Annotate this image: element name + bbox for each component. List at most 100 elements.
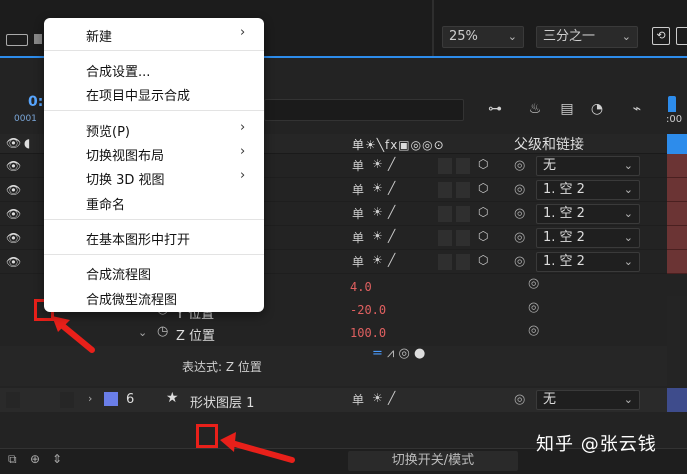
lock-slot[interactable] bbox=[60, 392, 74, 408]
menu-item-new[interactable]: 新建 bbox=[86, 26, 112, 45]
frame-blending-icon[interactable]: ▤ bbox=[558, 100, 576, 118]
pick-whip-icon[interactable]: ◎ bbox=[514, 182, 525, 197]
transfer-controls-toggle-icon[interactable]: ⊕ bbox=[30, 452, 40, 466]
y-position-value[interactable]: -20.0 bbox=[350, 303, 386, 317]
3d-layer-icon[interactable]: ⬡ bbox=[478, 181, 488, 195]
composition-flowchart-icon[interactable]: ⊶ bbox=[486, 100, 504, 118]
toggle-switches-modes-button[interactable]: 切换开关/模式 bbox=[348, 451, 518, 471]
eye-icon[interactable]: 👁 bbox=[6, 207, 21, 221]
3d-layer-icon[interactable]: ⬡ bbox=[478, 205, 488, 219]
layer-track-bar[interactable] bbox=[667, 388, 687, 412]
quality-switch-icon[interactable]: ╱ bbox=[388, 157, 395, 171]
layer-row-shape[interactable]: 单 ☀ ╱ ◎ 无 ⌄ bbox=[0, 388, 667, 412]
parent-dropdown[interactable]: 无 ⌄ bbox=[536, 156, 640, 176]
zoom-dropdown[interactable]: 25% ⌄ bbox=[442, 26, 524, 48]
parent-dropdown[interactable]: 1. 空 2 ⌄ bbox=[536, 228, 640, 248]
fast-preview-icon[interactable]: ⟲ bbox=[652, 27, 670, 45]
audio-header-icon[interactable]: ◖ bbox=[24, 136, 30, 150]
shy-switch-icon[interactable]: 单 bbox=[352, 157, 364, 174]
z-position-value[interactable]: 100.0 bbox=[350, 326, 386, 340]
layer-track-bar[interactable] bbox=[667, 202, 687, 226]
pick-whip-icon[interactable]: ◎ bbox=[528, 300, 539, 315]
expression-pick-whip-icon[interactable]: ◎ bbox=[399, 346, 410, 361]
eye-icon[interactable]: 👁 bbox=[6, 159, 21, 173]
switch-slot[interactable] bbox=[438, 254, 452, 270]
visibility-slot[interactable] bbox=[6, 392, 20, 408]
transparency-grid-icon[interactable] bbox=[676, 27, 687, 45]
switch-slot[interactable] bbox=[456, 182, 470, 198]
layer-track-bar[interactable] bbox=[667, 178, 687, 202]
shy-switch-icon[interactable]: 单 bbox=[352, 253, 364, 270]
quality-switch-icon[interactable]: ╱ bbox=[388, 181, 395, 195]
parent-dropdown[interactable]: 1. 空 2 ⌄ bbox=[536, 180, 640, 200]
eye-icon[interactable]: 👁 bbox=[6, 255, 21, 269]
eye-icon[interactable]: 👁 bbox=[6, 183, 21, 197]
motion-blur-icon[interactable]: ◔ bbox=[588, 100, 606, 118]
layer-search-input[interactable] bbox=[264, 99, 464, 121]
eye-header-icon[interactable]: 👁 bbox=[6, 136, 21, 150]
menu-item-switch-view-layout[interactable]: 切换视图布局 bbox=[86, 145, 164, 164]
menu-item-rename[interactable]: 重命名 bbox=[86, 194, 125, 213]
pick-whip-icon[interactable]: ◎ bbox=[514, 206, 525, 221]
stopwatch-icon[interactable]: ◷ bbox=[157, 324, 168, 339]
3d-layer-icon[interactable]: ⬡ bbox=[478, 253, 488, 267]
resolution-dropdown[interactable]: 三分之一 ⌄ bbox=[536, 26, 638, 48]
pick-whip-icon[interactable]: ◎ bbox=[528, 323, 539, 338]
parent-dropdown[interactable]: 无 ⌄ bbox=[536, 390, 640, 410]
in-out-toggle-icon[interactable]: ⇕ bbox=[52, 452, 62, 466]
pick-whip-icon[interactable]: ◎ bbox=[514, 392, 525, 407]
menu-item-composition-settings[interactable]: 合成设置... bbox=[86, 61, 150, 80]
shy-switch-icon[interactable]: 单 bbox=[352, 181, 364, 198]
preview-settings-icon[interactable] bbox=[6, 34, 28, 46]
collapse-switch-icon[interactable]: ☀ bbox=[372, 229, 383, 243]
chevron-down-icon[interactable]: ⌄ bbox=[138, 326, 147, 339]
shy-switch-icon[interactable]: 单 bbox=[352, 229, 364, 246]
switch-slot[interactable] bbox=[438, 206, 452, 222]
3d-layer-icon[interactable]: ⬡ bbox=[478, 229, 488, 243]
collapse-switch-icon[interactable]: ☀ bbox=[372, 205, 383, 219]
switch-slot[interactable] bbox=[438, 230, 452, 246]
label-color-swatch[interactable] bbox=[104, 392, 118, 406]
expression-graph-icon[interactable]: ⩘ bbox=[387, 346, 394, 361]
pick-whip-icon[interactable]: ◎ bbox=[528, 276, 539, 291]
switch-slot[interactable] bbox=[438, 158, 452, 174]
menu-item-composition-mini-flowchart[interactable]: 合成微型流程图 bbox=[86, 289, 177, 308]
switch-slot[interactable] bbox=[456, 254, 470, 270]
expression-editor-area[interactable] bbox=[667, 296, 687, 386]
quality-switch-icon[interactable]: ╱ bbox=[388, 205, 395, 219]
graph-editor-icon[interactable]: ⌁ bbox=[628, 100, 646, 118]
3d-layer-icon[interactable]: ⬡ bbox=[478, 157, 488, 171]
layer-name[interactable]: 形状图层 1 bbox=[190, 392, 254, 411]
layer-switches-toggle-icon[interactable]: ⧉ bbox=[8, 452, 17, 467]
quality-switch-icon[interactable]: ╱ bbox=[388, 391, 395, 405]
expression-enable-icon[interactable]: = bbox=[372, 346, 383, 361]
switch-slot[interactable] bbox=[438, 182, 452, 198]
layer-track-bar[interactable] bbox=[667, 226, 687, 250]
work-area-bar[interactable] bbox=[667, 134, 687, 154]
pick-whip-icon[interactable]: ◎ bbox=[514, 254, 525, 269]
eye-icon[interactable]: 👁 bbox=[6, 231, 21, 245]
switch-slot[interactable] bbox=[456, 230, 470, 246]
quality-switch-icon[interactable]: ╱ bbox=[388, 253, 395, 267]
shy-layers-icon[interactable]: ♨ bbox=[526, 100, 544, 118]
menu-item-reveal-in-project[interactable]: 在项目中显示合成 bbox=[86, 85, 190, 104]
parent-dropdown[interactable]: 1. 空 2 ⌄ bbox=[536, 204, 640, 224]
collapse-switch-icon[interactable]: ☀ bbox=[372, 181, 383, 195]
menu-item-switch-3d-view[interactable]: 切换 3D 视图 bbox=[86, 169, 165, 188]
quality-switch-icon[interactable]: ╱ bbox=[388, 229, 395, 243]
expression-language-menu-icon[interactable]: ● bbox=[414, 346, 425, 361]
collapse-switch-icon[interactable]: ☀ bbox=[372, 253, 383, 267]
layer-track-bar[interactable] bbox=[667, 154, 687, 178]
chevron-right-icon[interactable]: › bbox=[88, 392, 92, 405]
x-position-value[interactable]: 4.0 bbox=[350, 280, 372, 294]
parent-dropdown[interactable]: 1. 空 2 ⌄ bbox=[536, 252, 640, 272]
collapse-switch-icon[interactable]: ☀ bbox=[372, 391, 383, 405]
collapse-switch-icon[interactable]: ☀ bbox=[372, 157, 383, 171]
switch-slot[interactable] bbox=[456, 206, 470, 222]
current-time-display[interactable]: 0: bbox=[28, 94, 43, 110]
menu-item-composition-flowchart[interactable]: 合成流程图 bbox=[86, 264, 151, 283]
time-indicator-handle[interactable] bbox=[668, 96, 676, 112]
pick-whip-icon[interactable]: ◎ bbox=[514, 230, 525, 245]
menu-item-preview[interactable]: 预览(P) bbox=[86, 121, 130, 140]
layer-track-bar[interactable] bbox=[667, 250, 687, 274]
